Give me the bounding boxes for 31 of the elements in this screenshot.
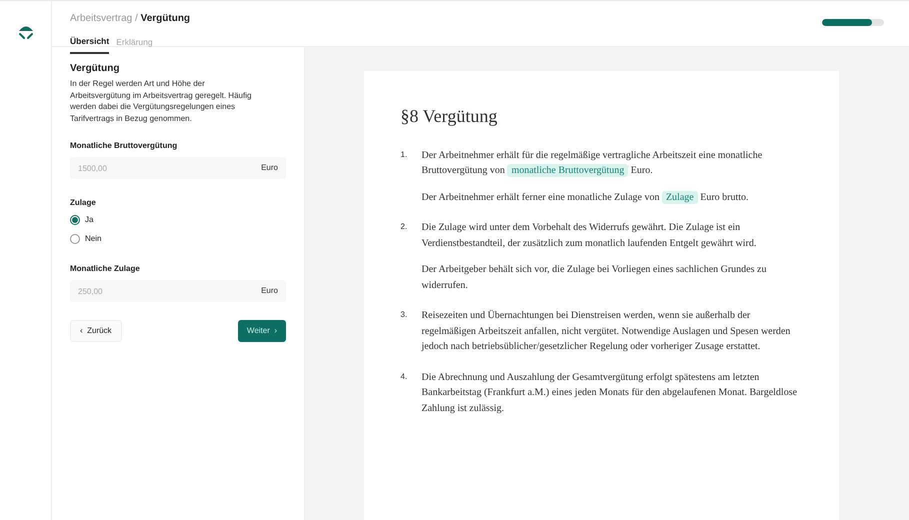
breadcrumb-link[interactable]: Arbeitsvertrag — [70, 13, 132, 24]
paragraph: Der Arbeitnehmer erhält für die regelmäßige vertragliche Arbeitszeit eine monatliche Bruttovergütung von monatliche Bruttovergütung Euro. — [422, 148, 764, 179]
list-number: 3. — [400, 309, 408, 322]
paragraph: Der Arbeitgeber behält sich vor, die Zulage bei Vorliegen eines sachlichen Grundes zu widerrufen. — [422, 263, 768, 293]
list-number: 4. — [400, 370, 408, 383]
field-label: Zulage — [70, 197, 97, 210]
field-label: Monatliche Zulage — [70, 263, 141, 276]
section-title: Vergütung — [70, 62, 120, 76]
section-description: In der Regel werden Art und Höhe der Arbeitsvergütung im Arbeitsvertrag geregelt. Häufig werden dabei die Vergütungsregelungen eines Tarifvertrags in Bezug genommen. — [70, 78, 252, 124]
next-button[interactable]: Weiter › — [238, 320, 286, 342]
radio-button[interactable] — [70, 234, 80, 244]
list-number: 1. — [400, 148, 408, 161]
breadcrumb-current: Vergütung — [140, 13, 190, 24]
paragraph: Die Abrechnung und Auszahlung der Gesamtvergütung erfolgt spätestens am letzten Bankarbeitstag (Frankfurt a.M.) eines jeden Monats für den abgelaufenen Monat. Bargeldlose Zahlung ist zulässig. — [422, 370, 798, 416]
back-button[interactable]: ‹ Zurück — [70, 320, 122, 342]
radio-label[interactable]: Nein — [85, 233, 102, 246]
paragraph: Der Arbeitnehmer erhält ferner eine monatliche Zulage von Zulage Euro brutto. — [422, 190, 750, 206]
unit-label: Euro — [261, 286, 278, 296]
document-title: §8 Vergütung — [400, 106, 498, 128]
radio-button[interactable] — [70, 215, 80, 226]
placeholder-chip[interactable]: monatliche Bruttovergütung — [507, 164, 628, 178]
radio-label[interactable]: Ja — [85, 214, 94, 226]
list-number: 2. — [400, 221, 408, 234]
breadcrumb-separator: / — [135, 13, 138, 24]
unit-label: Euro — [261, 163, 278, 174]
placeholder-chip[interactable]: Zulage — [662, 190, 698, 204]
logo-icon — [18, 25, 34, 40]
paragraph: Reisezeiten und Übernachtungen bei Dienstreisen werden, wenn sie außerhalb der regelmäßigen Arbeitszeit anfallen, nicht vergütet. Notwendige Auslagen und Spesen werden jedoch nach betriebsüblicher/gesetzlicher Regelung oder vorheriger Zusage erstattet. — [422, 309, 792, 354]
field-label: Monatliche Bruttovergütung — [70, 140, 178, 152]
paragraph: Die Zulage wird unter dem Vorbehalt des Widerrufs gewährt. Die Zulage ist ein Verdienstbestandteil, der zusätzlich zum monatlich laufenden Entgelt gewährt wird. — [422, 221, 758, 251]
tab[interactable]: Übersicht — [70, 34, 110, 54]
